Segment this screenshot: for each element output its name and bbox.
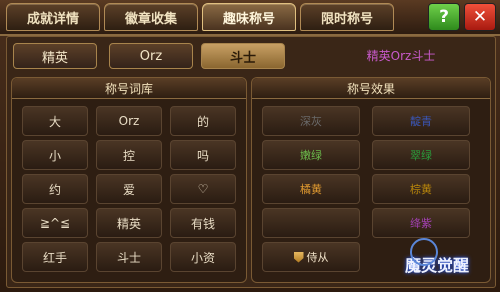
word-cell[interactable]: ≧^≦ (22, 208, 88, 238)
effect-cell[interactable]: 橘黄 (262, 174, 360, 204)
effect-label: 深灰 (300, 115, 322, 128)
word-cell[interactable]: 控 (96, 140, 162, 170)
word-cell[interactable]: 斗士 (96, 242, 162, 272)
vocab-panel-title: 称号词库 (12, 78, 246, 99)
effect-cell[interactable]: 翠绿 (372, 140, 470, 170)
word-cell[interactable]: 红手 (22, 242, 88, 272)
effect-label: 翠绿 (410, 149, 432, 162)
effect-cell-attendant[interactable]: 侍从 (262, 242, 360, 272)
word-cell[interactable]: 爱 (96, 174, 162, 204)
title-preview: 精英Orz斗士 (366, 49, 436, 63)
close-button[interactable]: ✕ (464, 3, 496, 31)
word-cell[interactable]: 小资 (170, 242, 236, 272)
word-cell[interactable]: 精英 (96, 208, 162, 238)
word-cell[interactable]: ♡ (170, 174, 236, 204)
tab-bar: 成就详情 徽章收集 趣味称号 限时称号 ? ✕ (0, 0, 500, 36)
effect-label: 棕黄 (410, 183, 432, 196)
word-cell[interactable]: 的 (170, 106, 236, 136)
effect-cell[interactable]: 嫩绿 (262, 140, 360, 170)
effect-cell[interactable]: 深灰 (262, 106, 360, 136)
effect-label: 橘黄 (300, 183, 322, 196)
game-logo: 魔灵觉醒 (378, 238, 496, 290)
vocab-panel: 称号词库 大 Orz 的 小 控 吗 约 爱 ♡ ≧^≦ 精英 有钱 红手 斗士… (11, 77, 247, 283)
shield-badge-icon (293, 251, 304, 263)
tab-badge-collection[interactable]: 徽章收集 (104, 3, 198, 31)
effect-panel-title: 称号效果 (252, 78, 490, 99)
tab-achievement-details[interactable]: 成就详情 (6, 3, 100, 31)
effect-label: 绛紫 (410, 217, 432, 230)
word-cell[interactable]: 大 (22, 106, 88, 136)
selected-chip-1[interactable]: 精英 (13, 43, 97, 69)
selected-title-bar: 精英 Orz 斗士 精英Orz斗士 (13, 43, 487, 69)
help-button[interactable]: ? (428, 3, 460, 31)
dragon-emblem-icon (410, 238, 438, 266)
effect-label: 侍从 (306, 251, 329, 264)
effect-cell[interactable]: 棕黄 (372, 174, 470, 204)
word-cell[interactable]: 小 (22, 140, 88, 170)
word-cell[interactable]: 有钱 (170, 208, 236, 238)
tab-limited-titles[interactable]: 限时称号 (300, 3, 394, 31)
selected-chip-3[interactable]: 斗士 (201, 43, 285, 69)
effect-cell[interactable]: 靛青 (372, 106, 470, 136)
selected-chip-2[interactable]: Orz (109, 43, 193, 69)
window: 成就详情 徽章收集 趣味称号 限时称号 ? ✕ 精英 Orz 斗士 精英Orz斗… (0, 0, 500, 292)
effect-label: 嫩绿 (300, 149, 322, 162)
effect-label: 靛青 (410, 115, 432, 128)
word-cell[interactable]: Orz (96, 106, 162, 136)
effect-cell[interactable] (262, 208, 360, 238)
word-cell[interactable]: 吗 (170, 140, 236, 170)
word-cell[interactable]: 约 (22, 174, 88, 204)
effect-cell[interactable]: 绛紫 (372, 208, 470, 238)
tab-fun-titles[interactable]: 趣味称号 (202, 3, 296, 31)
